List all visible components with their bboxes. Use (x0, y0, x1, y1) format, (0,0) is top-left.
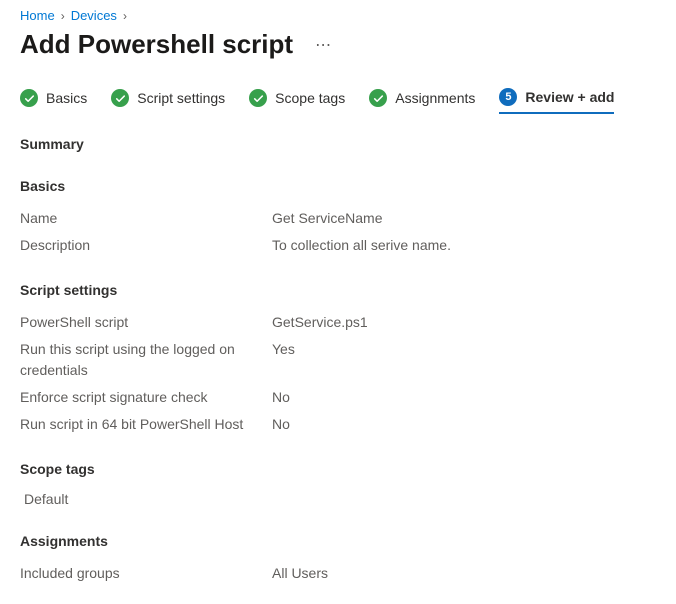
table-row: Description To collection all serive nam… (20, 235, 676, 256)
page-title: Add Powershell script (20, 29, 293, 60)
breadcrumb-home[interactable]: Home (20, 8, 55, 23)
run-64bit-label: Run script in 64 bit PowerShell Host (20, 414, 272, 435)
tab-script-settings[interactable]: Script settings (111, 89, 225, 113)
step-number-icon: 5 (499, 88, 517, 106)
check-icon (249, 89, 267, 107)
run-credentials-label: Run this script using the logged on cred… (20, 339, 272, 381)
table-row: Name Get ServiceName (20, 208, 676, 229)
tab-label: Script settings (137, 90, 225, 106)
check-icon (111, 89, 129, 107)
tab-label: Basics (46, 90, 87, 106)
name-label: Name (20, 208, 272, 229)
more-icon[interactable]: ⋯ (315, 35, 333, 55)
breadcrumb-devices[interactable]: Devices (71, 8, 117, 23)
signature-check-value: No (272, 387, 290, 408)
signature-check-label: Enforce script signature check (20, 387, 272, 408)
script-settings-header: Script settings (20, 282, 676, 298)
basics-header: Basics (20, 178, 676, 194)
included-groups-label: Included groups (20, 563, 272, 584)
table-row: Enforce script signature check No (20, 387, 676, 408)
assignments-header: Assignments (20, 533, 676, 549)
chevron-right-icon: › (123, 9, 127, 23)
description-label: Description (20, 235, 272, 256)
wizard-steps: Basics Script settings Scope tags Assign… (20, 88, 676, 114)
tab-scope-tags[interactable]: Scope tags (249, 89, 345, 113)
tab-label: Assignments (395, 90, 475, 106)
table-row: PowerShell script GetService.ps1 (20, 312, 676, 333)
powershell-script-value: GetService.ps1 (272, 312, 368, 333)
tab-basics[interactable]: Basics (20, 89, 87, 113)
included-groups-value: All Users (272, 563, 328, 584)
tab-label: Scope tags (275, 90, 345, 106)
run-credentials-value: Yes (272, 339, 295, 381)
title-row: Add Powershell script ⋯ (20, 29, 676, 60)
table-row: Run this script using the logged on cred… (20, 339, 676, 381)
tab-assignments[interactable]: Assignments (369, 89, 475, 113)
check-icon (369, 89, 387, 107)
tab-label: Review + add (525, 89, 614, 105)
summary-header: Summary (20, 136, 676, 152)
table-row: Run script in 64 bit PowerShell Host No (20, 414, 676, 435)
name-value: Get ServiceName (272, 208, 382, 229)
check-icon (20, 89, 38, 107)
run-64bit-value: No (272, 414, 290, 435)
powershell-script-label: PowerShell script (20, 312, 272, 333)
description-value: To collection all serive name. (272, 235, 451, 256)
table-row: Included groups All Users (20, 563, 676, 584)
scope-tag-value: Default (24, 491, 676, 507)
breadcrumb: Home › Devices › (20, 8, 676, 23)
scope-tags-header: Scope tags (20, 461, 676, 477)
tab-review-add[interactable]: 5 Review + add (499, 88, 614, 114)
chevron-right-icon: › (61, 9, 65, 23)
